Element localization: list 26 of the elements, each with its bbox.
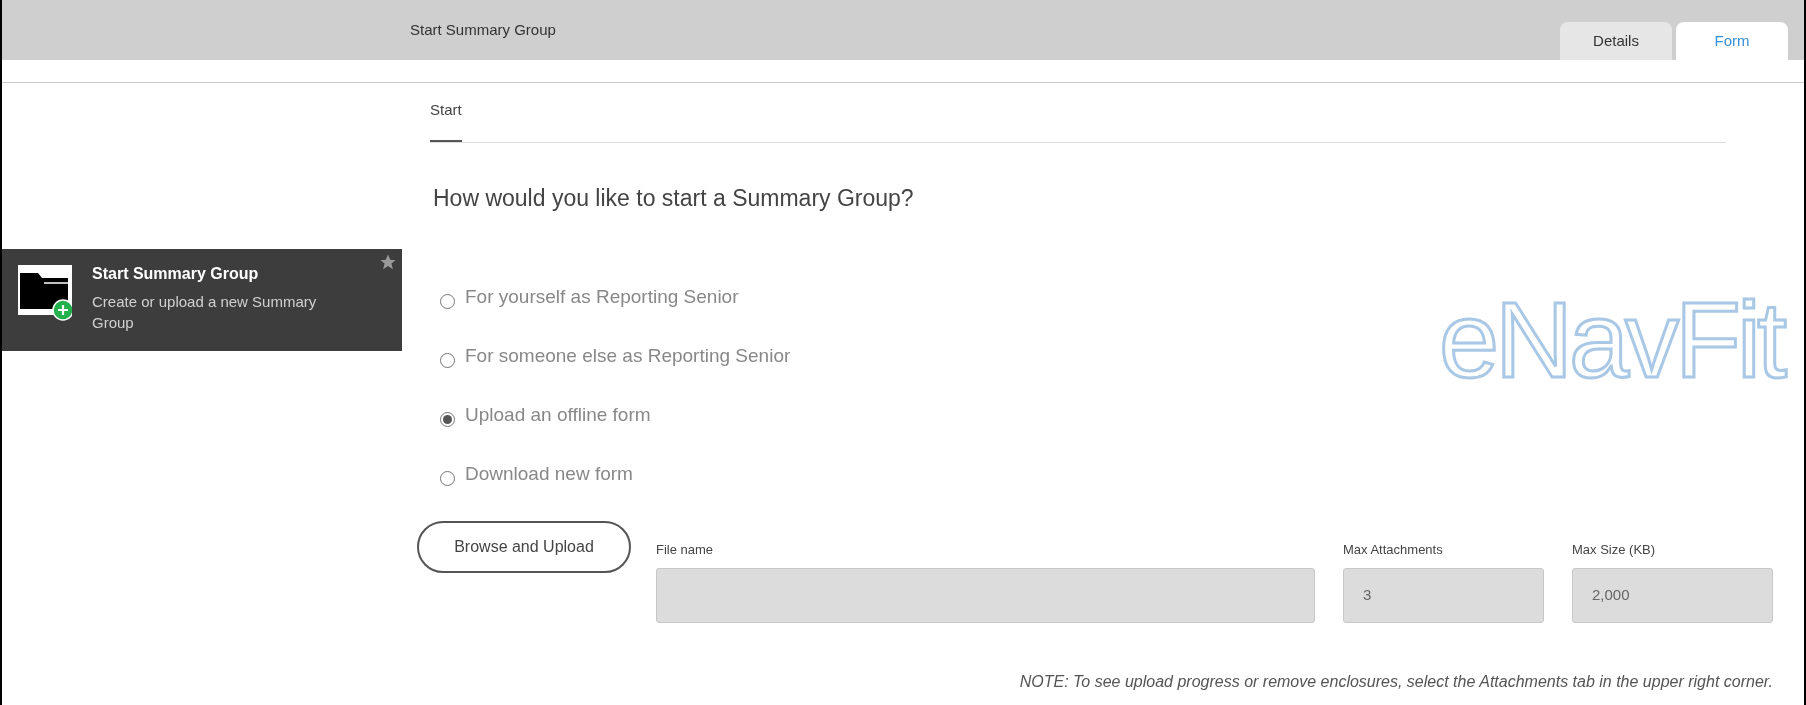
- radio-button[interactable]: [440, 471, 455, 486]
- tab[interactable]: Details: [1560, 22, 1672, 60]
- radio-button[interactable]: [440, 294, 455, 309]
- input-field[interactable]: [656, 567, 1315, 623]
- folder-add-icon: [18, 265, 72, 321]
- subtab[interactable]: Start: [430, 83, 462, 142]
- radio-option[interactable]: Upload an offline form: [440, 405, 791, 426]
- sidebar-card[interactable]: Start Summary Group Create or upload a new Summary Group: [2, 249, 402, 351]
- field-label: File name: [656, 541, 715, 559]
- browse-upload-button[interactable]: Browse and Upload: [417, 521, 631, 573]
- star-icon[interactable]: [379, 253, 397, 271]
- card-description: Create or upload a new Summary Group: [92, 292, 318, 333]
- tab[interactable]: Form: [1676, 22, 1788, 60]
- note-text: NOTE: To see upload progress or remove enclosures, select the Attachments tab in the upper right corner.: [1019, 671, 1773, 692]
- input-field[interactable]: 2,000: [1572, 567, 1773, 623]
- radio-button[interactable]: [440, 412, 455, 427]
- radio-option[interactable]: For yourself as Reporting Senior: [440, 287, 791, 308]
- radio-button[interactable]: [440, 353, 455, 368]
- radio-option[interactable]: Download new form: [440, 464, 791, 485]
- page-title: Start Summary Group: [410, 19, 556, 40]
- question-heading: How would you like to start a Summary Group?: [433, 183, 915, 213]
- card-title: Start Summary Group: [92, 264, 260, 284]
- radio-option[interactable]: For someone else as Reporting Senior: [440, 346, 791, 367]
- input-field[interactable]: 3: [1343, 567, 1544, 623]
- field-label: Max Attachments: [1343, 541, 1444, 559]
- field-label: Max Size (KB): [1572, 541, 1657, 559]
